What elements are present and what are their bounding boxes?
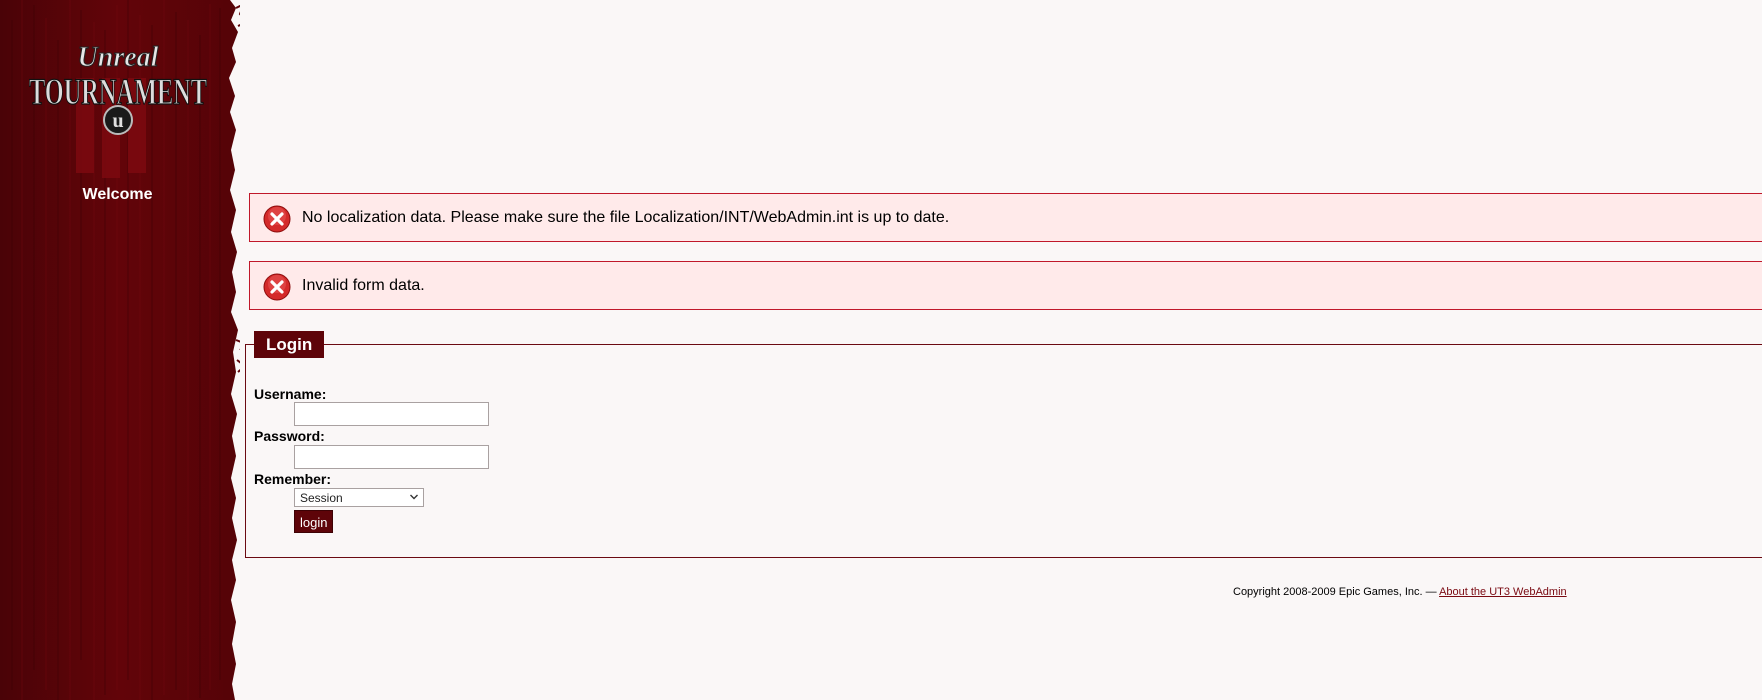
- sidebar: Unreal TOURNAMENT u Welcome: [0, 0, 240, 700]
- remember-selected-value: Session: [300, 491, 343, 505]
- unreal-tournament-logo: Unreal TOURNAMENT u: [28, 42, 208, 178]
- error-message: No localization data. Please make sure t…: [249, 193, 1762, 242]
- copyright-text: Copyright 2008-2009 Epic Games, Inc. —: [1233, 586, 1440, 598]
- svg-text:u: u: [112, 110, 123, 132]
- about-link[interactable]: About the UT3 WebAdmin: [1439, 586, 1567, 598]
- error-message-text: No localization data. Please make sure t…: [302, 209, 950, 226]
- chevron-down-icon: [410, 494, 418, 500]
- error-icon: [263, 205, 291, 233]
- error-icon: [263, 273, 291, 301]
- password-input[interactable]: [294, 445, 489, 469]
- remember-select[interactable]: Session: [294, 488, 424, 507]
- footer: Copyright 2008-2009 Epic Games, Inc. — A…: [1233, 586, 1567, 598]
- svg-text:Unreal: Unreal: [78, 42, 159, 73]
- username-input[interactable]: [294, 402, 489, 426]
- password-label: Password:: [254, 428, 325, 444]
- username-label: Username:: [254, 386, 327, 402]
- welcome-heading: Welcome: [82, 186, 153, 203]
- error-message-text: Invalid form data.: [302, 277, 425, 294]
- login-button[interactable]: login: [294, 510, 334, 533]
- error-message: Invalid form data.: [249, 261, 1762, 310]
- login-legend: Login: [254, 331, 325, 358]
- remember-label: Remember:: [254, 471, 332, 487]
